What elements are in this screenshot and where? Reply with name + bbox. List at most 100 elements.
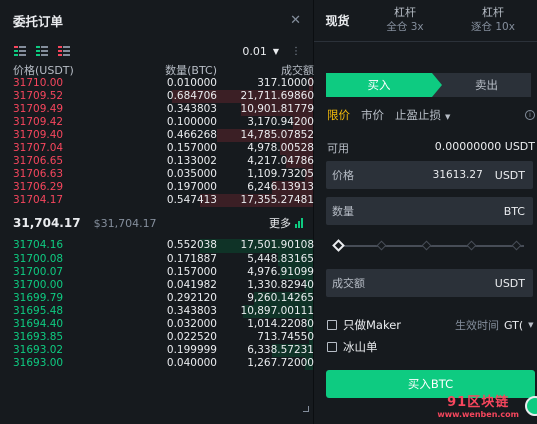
bid-row[interactable]: 31693.02 0.199999 6,338.57231: [0, 343, 314, 357]
order-book-title: 委托订单: [13, 13, 64, 29]
ask-row[interactable]: 31709.49 0.343803 10,901.81779: [0, 103, 314, 117]
row-total: 10,897.00111: [240, 304, 314, 317]
ask-row[interactable]: 31709.52 0.684706 21,711.69860: [0, 90, 314, 104]
row-price: 31706.29: [13, 181, 64, 194]
available-balance: 可用 0.00000000 USDT: [327, 140, 535, 156]
price-value: 31613.27: [432, 169, 483, 181]
info-icon[interactable]: i: [525, 110, 535, 120]
bid-list: 31704.16 0.552038 17,501.90108 31700.08 0.17…: [0, 239, 314, 370]
order-type-limit[interactable]: 限价: [327, 107, 350, 123]
caret-down-icon: ▼: [445, 113, 451, 121]
precision-select[interactable]: 0.01 ▼ ⋮: [242, 45, 301, 58]
trade-panel: 现货 杠杆 全仓 3x 杠杆 逐仓 10x 买入 卖出 限价 市价 止盈止损 ▼ …: [314, 0, 537, 424]
ask-row[interactable]: 31704.17 0.547413 17,355.27481: [0, 194, 314, 208]
row-total: 4,978.00528: [247, 142, 314, 155]
row-qty: 0.133002: [166, 155, 217, 168]
bid-row[interactable]: 31700.00 0.041982 1,330.82940: [0, 278, 314, 292]
ask-row[interactable]: 31707.04 0.157000 4,978.00528: [0, 142, 314, 156]
view-asks-icon[interactable]: [58, 46, 70, 56]
buy-side-tab[interactable]: 买入: [326, 73, 442, 97]
tab-isolated-margin-sub: 逐仓 10x: [471, 21, 515, 33]
time-in-force-select[interactable]: 生效时间 GT( ▼: [455, 317, 534, 333]
tab-isolated-margin[interactable]: 杠杆 逐仓 10x: [449, 0, 537, 41]
site-watermark: 91区块链 www.wenben.com: [437, 396, 519, 420]
bid-row[interactable]: 31700.08 0.171887 5,448.83165: [0, 252, 314, 266]
sell-side-tab[interactable]: 卖出: [432, 73, 531, 97]
tab-cross-margin-label: 杠杆: [394, 6, 416, 19]
row-total: 6,338.57231: [247, 343, 314, 356]
row-total: 17,501.90108: [240, 239, 314, 252]
tab-isolated-margin-label: 杠杆: [482, 6, 504, 19]
row-total: 17,355.27481: [240, 194, 314, 207]
row-price: 31700.07: [13, 265, 64, 278]
checkbox-icon: [327, 320, 337, 330]
row-qty: 0.157000: [166, 265, 217, 278]
close-icon[interactable]: ✕: [290, 13, 301, 28]
maker-only-label: 只做Maker: [343, 318, 402, 332]
slider-handle[interactable]: [332, 239, 345, 252]
bid-row[interactable]: 31693.00 0.040000 1,267.72000: [0, 356, 314, 370]
chevron-down-icon: ▼: [272, 46, 279, 56]
ask-row[interactable]: 31706.63 0.035000 1,109.73205: [0, 168, 314, 182]
row-qty: 0.197000: [166, 181, 217, 194]
bid-row[interactable]: 31699.79 0.292120 9,260.14265: [0, 291, 314, 305]
order-book-column-headers: 价格(USDT) 数量(BTC) 成交额: [0, 62, 314, 77]
resize-handle-icon[interactable]: [303, 406, 309, 412]
row-qty: 0.032000: [166, 317, 217, 330]
row-qty: 0.199999: [166, 343, 217, 356]
ask-row[interactable]: 31709.40 0.466268 14,785.07852: [0, 129, 314, 143]
row-total: 3,170.94200: [247, 116, 314, 129]
more-options-icon[interactable]: ⋮: [291, 46, 301, 57]
row-price: 31699.79: [13, 291, 64, 304]
slider-mark-25[interactable]: [376, 240, 387, 251]
ask-row[interactable]: 31706.65 0.133002 4,217.04786: [0, 155, 314, 169]
row-qty: 0.157000: [166, 142, 217, 155]
bid-row[interactable]: 31695.48 0.343803 10,897.00111: [0, 304, 314, 318]
tif-value: GT(: [504, 318, 524, 332]
bid-row[interactable]: 31700.07 0.157000 4,976.91099: [0, 265, 314, 279]
bid-row[interactable]: 31693.85 0.022520 713.74550: [0, 330, 314, 344]
ask-row[interactable]: 31709.42 0.100000 3,170.94200: [0, 116, 314, 130]
tab-cross-margin[interactable]: 杠杆 全仓 3x: [361, 0, 449, 41]
last-price-bar: 31,704.17 $31,704.17 更多: [0, 207, 313, 239]
row-total: 1,109.73205: [247, 168, 314, 181]
row-total: 1,330.82940: [247, 278, 314, 291]
row-total: 6,246.13913: [247, 181, 314, 194]
col-price: 价格(USDT): [13, 64, 74, 77]
trade-mode-tabs: 现货 杠杆 全仓 3x 杠杆 逐仓 10x: [314, 0, 537, 42]
tab-spot[interactable]: 现货: [314, 0, 361, 41]
price-label: 价格: [332, 169, 354, 182]
order-type-market[interactable]: 市价: [361, 107, 384, 123]
slider-mark-50[interactable]: [421, 240, 432, 251]
ask-row[interactable]: 31706.29 0.197000 6,246.13913: [0, 181, 314, 195]
col-qty: 数量(BTC): [165, 64, 217, 77]
more-link[interactable]: 更多: [269, 215, 303, 231]
ask-row[interactable]: 31710.00 0.010000 317.10000: [0, 77, 314, 91]
row-total: 10,901.81779: [240, 103, 314, 116]
row-qty: 0.171887: [166, 252, 217, 265]
order-type-stop-limit[interactable]: 止盈止损 ▼: [395, 107, 450, 123]
bid-row[interactable]: 31694.40 0.032000 1,014.22080: [0, 317, 314, 331]
row-price: 31710.00: [13, 77, 64, 89]
total-label: 成交额: [332, 277, 365, 290]
row-price: 31694.40: [13, 317, 64, 330]
quantity-input[interactable]: 数量 BTC: [326, 197, 533, 225]
bid-row[interactable]: 31704.16 0.552038 17,501.90108: [0, 239, 314, 253]
view-both-icon[interactable]: [14, 46, 26, 56]
maker-only-checkbox[interactable]: 只做Maker: [327, 317, 401, 333]
amount-slider[interactable]: [332, 239, 524, 252]
row-qty: 0.292120: [166, 291, 217, 304]
row-price: 31700.08: [13, 252, 64, 265]
iceberg-checkbox[interactable]: 冰山单: [327, 339, 378, 355]
price-unit: USDT: [494, 168, 525, 182]
total-input[interactable]: 成交额 USDT: [326, 269, 533, 297]
slider-mark-100[interactable]: [511, 240, 522, 251]
row-total: 14,785.07852: [240, 129, 314, 142]
slider-mark-75[interactable]: [466, 240, 477, 251]
view-bids-icon[interactable]: [36, 46, 48, 56]
col-total: 成交额: [281, 64, 314, 77]
buy-btc-button[interactable]: 买入BTC: [326, 370, 535, 398]
row-total: 4,976.91099: [247, 265, 314, 278]
price-input[interactable]: 价格 31613.27 USDT: [326, 161, 533, 189]
row-qty: 0.684706: [166, 90, 217, 103]
